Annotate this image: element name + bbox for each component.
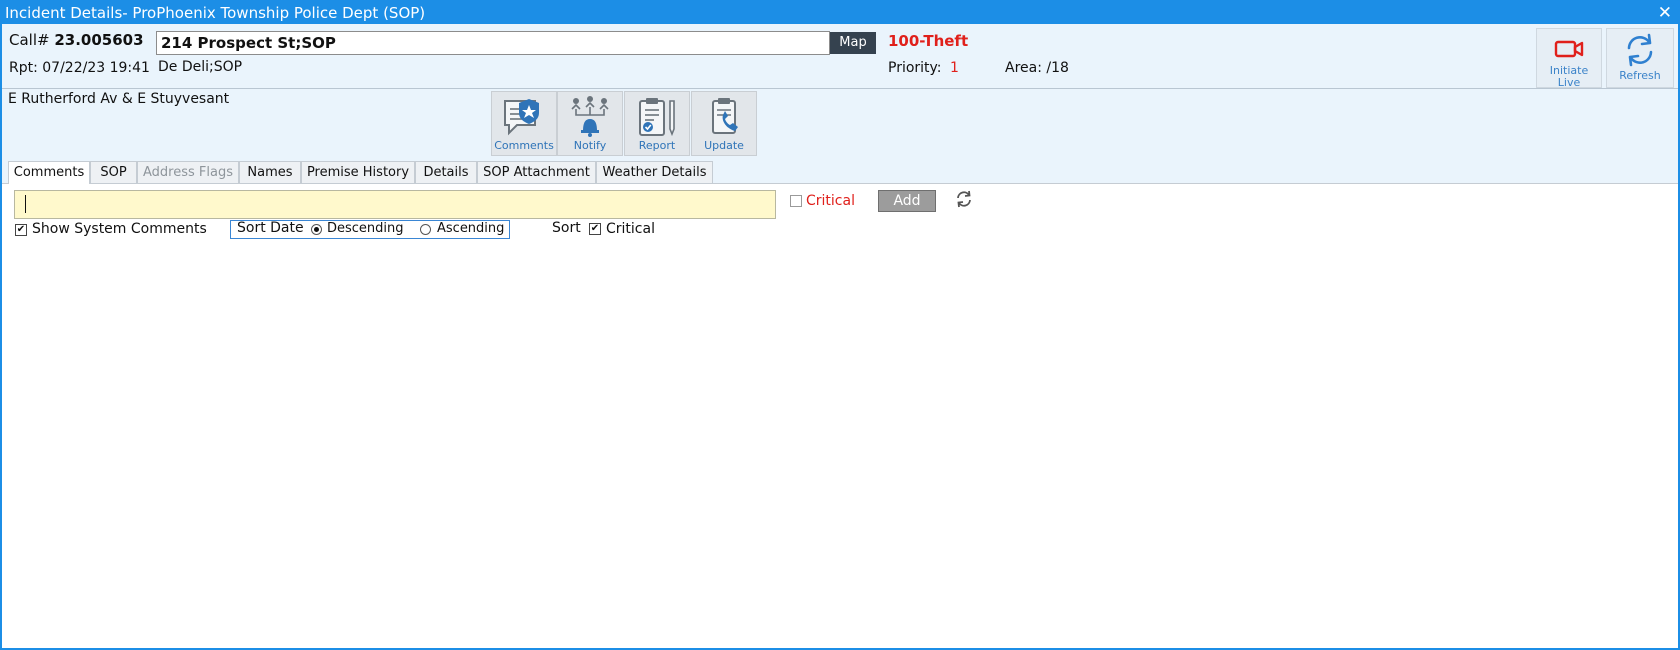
- address-field[interactable]: 214 Prospect St;SOP: [156, 31, 830, 55]
- comments-tab-panel: Critical Add ✔ Show System Comments Sort…: [2, 184, 1678, 648]
- report-time: Rpt: 07/22/23 19:41: [9, 60, 150, 76]
- sort-critical-checkbox[interactable]: ✔: [589, 223, 601, 235]
- report-tool-button[interactable]: Report: [624, 91, 690, 156]
- descending-radio[interactable]: [311, 224, 322, 235]
- tab-sop[interactable]: SOP: [90, 161, 137, 183]
- location-toolbar-panel: E Rutherford Av & E Stuyvesant Comments: [2, 89, 1678, 160]
- descending-label: Descending: [327, 221, 404, 236]
- tab-premise-history[interactable]: Premise History: [301, 161, 415, 183]
- video-camera-icon: [1554, 40, 1584, 58]
- comment-input[interactable]: [14, 190, 776, 219]
- text-caret: [25, 195, 26, 213]
- incident-details-window: Incident Details- ProPhoenix Township Po…: [0, 0, 1680, 650]
- refresh-icon: [1627, 33, 1653, 67]
- tab-details[interactable]: Details: [415, 161, 477, 183]
- window-title: Incident Details- ProPhoenix Township Po…: [5, 4, 426, 22]
- add-button[interactable]: Add: [878, 190, 936, 212]
- tab-names[interactable]: Names: [239, 161, 301, 183]
- notify-tool-button[interactable]: Notify: [557, 91, 623, 156]
- sort-critical-label: Critical: [606, 221, 655, 237]
- report-tool-label: Report: [638, 139, 676, 152]
- comments-tool-label: Comments: [494, 139, 554, 152]
- tab-comments[interactable]: Comments: [8, 161, 90, 185]
- title-bar[interactable]: Incident Details- ProPhoenix Township Po…: [2, 2, 1678, 24]
- comments-badge-icon: [504, 99, 539, 136]
- call-number: 23.005603: [54, 31, 144, 49]
- ascending-label: Ascending: [437, 221, 505, 236]
- tab-weather-details[interactable]: Weather Details: [596, 161, 713, 183]
- cross-street: E Rutherford Av & E Stuyvesant: [8, 91, 230, 107]
- update-tool-button[interactable]: Update: [691, 91, 757, 156]
- update-phone-icon: [712, 98, 738, 134]
- tab-sop-attachment[interactable]: SOP Attachment: [477, 161, 596, 183]
- show-system-comments-checkbox[interactable]: ✔: [15, 224, 27, 236]
- incident-type: 100-Theft: [888, 32, 969, 50]
- refresh-comments-icon[interactable]: [954, 189, 974, 209]
- comments-tool-button[interactable]: Comments: [491, 91, 557, 156]
- refresh-label: Refresh: [1619, 69, 1661, 82]
- sort-date-label: Sort Date: [237, 220, 304, 236]
- update-tool-label: Update: [704, 139, 744, 152]
- notify-tool-label: Notify: [573, 139, 607, 152]
- priority-label: Priority:: [888, 60, 942, 76]
- area-value: Area: /18: [1005, 60, 1069, 76]
- priority-value: 1: [950, 60, 959, 76]
- critical-checkbox[interactable]: [790, 195, 802, 207]
- sort-label: Sort: [552, 220, 581, 236]
- call-number-field: Call# 23.005603: [9, 31, 144, 49]
- tab-strip: Comments SOP Address Flags Names Premise…: [2, 160, 1678, 185]
- refresh-button[interactable]: Refresh: [1606, 28, 1674, 88]
- ascending-radio[interactable]: [420, 224, 431, 235]
- call-label: Call#: [9, 31, 50, 49]
- map-button[interactable]: Map: [830, 32, 876, 54]
- tab-address-flags[interactable]: Address Flags: [137, 161, 239, 183]
- show-system-comments-label: Show System Comments: [32, 221, 207, 237]
- critical-label: Critical: [806, 193, 855, 209]
- notify-bell-icon: [571, 96, 609, 137]
- business-name: De Deli;SOP: [158, 59, 243, 75]
- initiate-live-stream-button[interactable]: Initiate Live Stream: [1536, 28, 1602, 101]
- incident-header: Call# 23.005603 214 Prospect St;SOP Map …: [2, 24, 1678, 101]
- close-icon[interactable]: ✕: [1658, 2, 1672, 24]
- report-clipboard-icon: [639, 98, 675, 137]
- sort-date-group: Sort Date Descending Ascending: [230, 220, 510, 239]
